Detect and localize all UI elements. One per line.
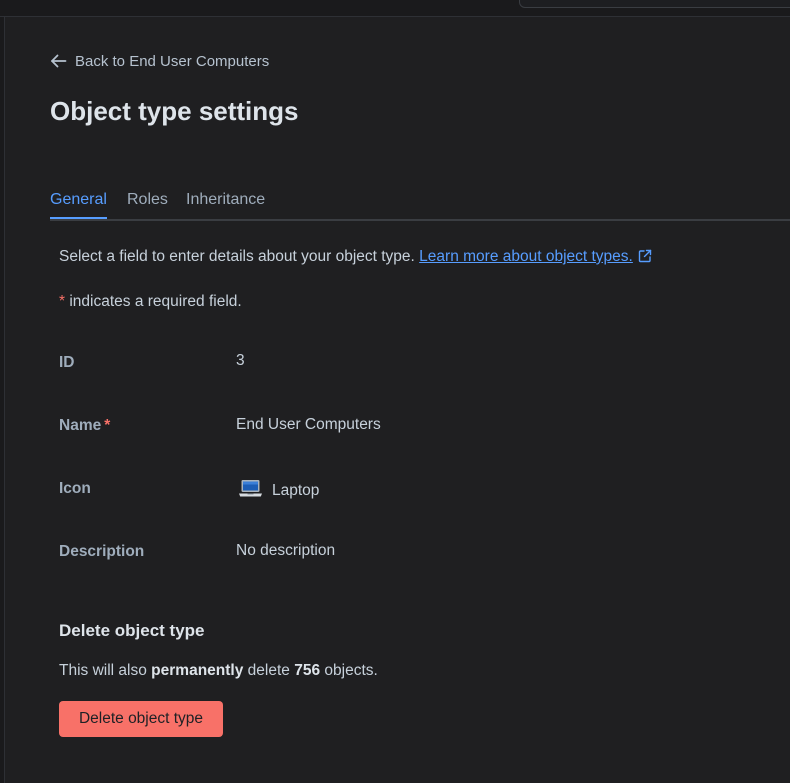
name-label: Name * bbox=[59, 417, 110, 435]
delete-section-heading: Delete object type bbox=[59, 621, 205, 640]
delete-warning-text: This will also permanently delete 756 ob… bbox=[59, 662, 378, 680]
required-field-note: * indicates a required field. bbox=[59, 293, 242, 311]
laptop-icon bbox=[238, 479, 263, 503]
intro-text: Select a field to enter details about yo… bbox=[59, 248, 652, 268]
delete-text-middle: delete bbox=[247, 662, 290, 679]
tab-list: General Roles Inheritance bbox=[50, 190, 790, 221]
top-bar bbox=[0, 0, 790, 17]
arrow-left-icon bbox=[50, 54, 67, 68]
back-link-label: Back to End User Computers bbox=[75, 52, 270, 70]
delete-text-bold: permanently bbox=[151, 662, 244, 679]
tab-inheritance[interactable]: Inheritance bbox=[186, 190, 265, 217]
required-star: * bbox=[59, 293, 66, 310]
intro-sentence: Select a field to enter details about yo… bbox=[59, 248, 415, 265]
tab-roles[interactable]: Roles bbox=[127, 190, 168, 217]
external-link-icon[interactable] bbox=[638, 249, 652, 268]
learn-more-link-label: Learn more about object types. bbox=[419, 248, 633, 265]
page-title: Object type settings bbox=[50, 96, 299, 126]
delete-object-count: 756 bbox=[294, 662, 321, 679]
icon-value: Laptop bbox=[272, 482, 320, 499]
delete-text-before: This will also bbox=[59, 662, 147, 679]
id-value: 3 bbox=[236, 352, 245, 369]
name-label-text: Name bbox=[59, 417, 102, 434]
icon-field[interactable]: Laptop bbox=[238, 479, 319, 503]
description-label: Description bbox=[59, 543, 145, 560]
back-link[interactable]: Back to End User Computers bbox=[50, 51, 269, 71]
description-field[interactable]: No description bbox=[236, 542, 335, 560]
delete-object-type-button[interactable]: Delete object type bbox=[59, 701, 223, 737]
tab-general[interactable]: General bbox=[50, 190, 107, 219]
id-label: ID bbox=[59, 354, 75, 371]
required-note-text: indicates a required field. bbox=[69, 293, 242, 310]
top-search-field[interactable] bbox=[519, 0, 790, 8]
icon-label: Icon bbox=[59, 480, 91, 497]
delete-text-after: objects. bbox=[324, 662, 378, 679]
learn-more-link[interactable]: Learn more about object types. bbox=[419, 248, 633, 265]
name-required-star: * bbox=[104, 417, 111, 434]
name-field[interactable]: End User Computers bbox=[236, 416, 381, 434]
left-rail bbox=[0, 17, 5, 783]
